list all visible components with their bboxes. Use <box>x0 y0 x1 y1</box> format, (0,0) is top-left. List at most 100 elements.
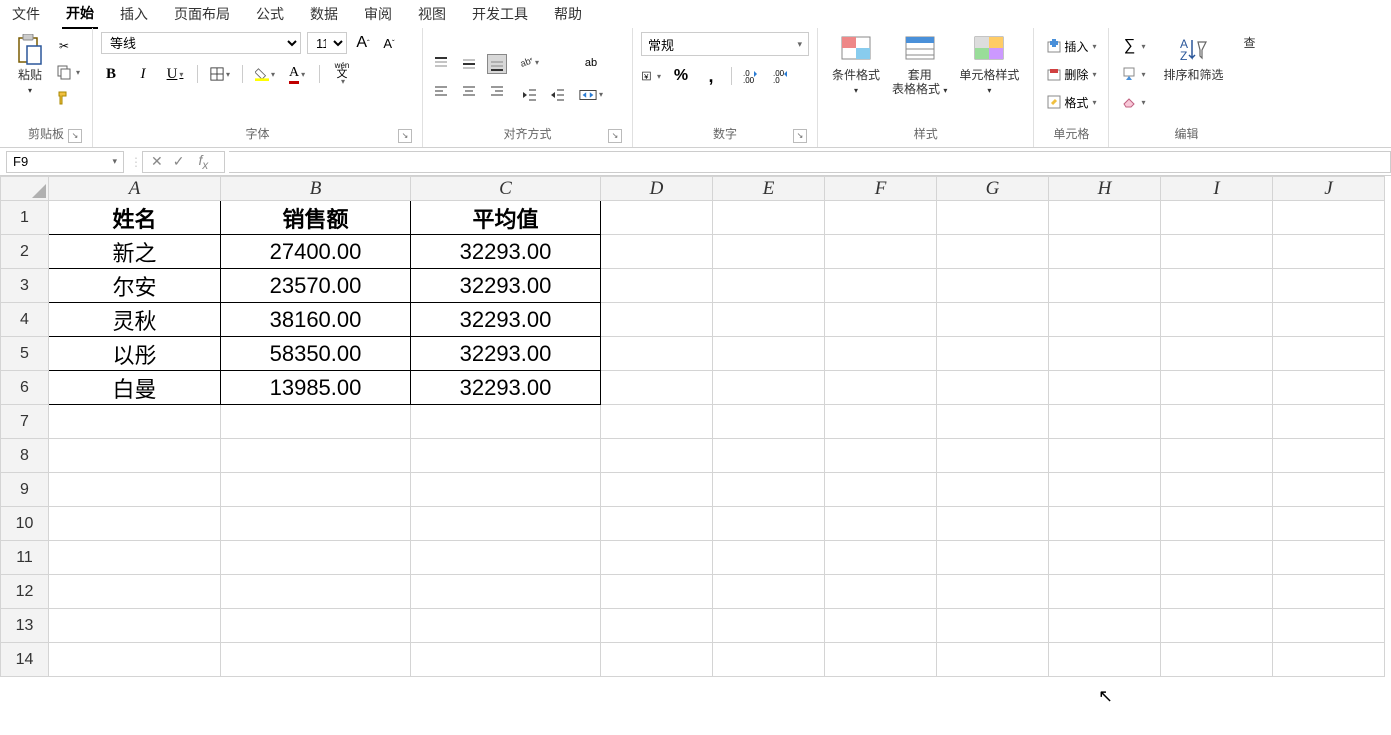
cell-D6[interactable] <box>601 371 713 405</box>
decrease-indent-button[interactable] <box>519 85 539 105</box>
cell-J1[interactable] <box>1273 201 1385 235</box>
cell-G7[interactable] <box>937 405 1049 439</box>
delete-cells-button[interactable]: 删除 <box>1046 64 1096 84</box>
cell-E4[interactable] <box>713 303 825 337</box>
cell-B8[interactable] <box>221 439 411 473</box>
orientation-button[interactable]: ab <box>519 53 539 73</box>
cell-D7[interactable] <box>601 405 713 439</box>
cell-G12[interactable] <box>937 575 1049 609</box>
cell-B4[interactable]: 38160.00 <box>221 303 411 337</box>
cell-B1[interactable]: 销售额 <box>221 201 411 235</box>
cell-I11[interactable] <box>1161 541 1273 575</box>
cell-E14[interactable] <box>713 643 825 677</box>
accounting-format-button[interactable]: ¥ <box>641 66 661 86</box>
comma-button[interactable]: , <box>701 66 721 86</box>
col-head-C[interactable]: C <box>411 177 601 201</box>
cell-I3[interactable] <box>1161 269 1273 303</box>
cell-C2[interactable]: 32293.00 <box>411 235 601 269</box>
decrease-decimal-button[interactable]: .00.0 <box>772 66 792 86</box>
underline-button[interactable]: U <box>165 64 185 84</box>
fill-button[interactable] <box>1121 64 1145 84</box>
cell-D3[interactable] <box>601 269 713 303</box>
cell-F5[interactable] <box>825 337 937 371</box>
cell-B14[interactable] <box>221 643 411 677</box>
cell-F3[interactable] <box>825 269 937 303</box>
name-box[interactable]: F9▾ <box>6 151 124 173</box>
alignment-launcher[interactable]: ↘ <box>608 129 622 143</box>
cell-H2[interactable] <box>1049 235 1161 269</box>
cell-B7[interactable] <box>221 405 411 439</box>
cell-B2[interactable]: 27400.00 <box>221 235 411 269</box>
cell-J11[interactable] <box>1273 541 1385 575</box>
row-head-11[interactable]: 11 <box>1 541 49 575</box>
cell-C12[interactable] <box>411 575 601 609</box>
col-head-E[interactable]: E <box>713 177 825 201</box>
cell-D11[interactable] <box>601 541 713 575</box>
cell-D13[interactable] <box>601 609 713 643</box>
align-top-button[interactable] <box>431 54 451 74</box>
formula-input[interactable] <box>229 151 1391 173</box>
font-name-select[interactable]: 等线 <box>101 32 301 54</box>
cell-B5[interactable]: 58350.00 <box>221 337 411 371</box>
cell-G8[interactable] <box>937 439 1049 473</box>
cell-A12[interactable] <box>49 575 221 609</box>
cell-C3[interactable]: 32293.00 <box>411 269 601 303</box>
row-head-4[interactable]: 4 <box>1 303 49 337</box>
select-all-corner[interactable] <box>1 177 49 201</box>
cell-H8[interactable] <box>1049 439 1161 473</box>
cell-G13[interactable] <box>937 609 1049 643</box>
cell-B11[interactable] <box>221 541 411 575</box>
cell-I10[interactable] <box>1161 507 1273 541</box>
cell-J7[interactable] <box>1273 405 1385 439</box>
cell-F11[interactable] <box>825 541 937 575</box>
row-head-7[interactable]: 7 <box>1 405 49 439</box>
cell-J13[interactable] <box>1273 609 1385 643</box>
copy-button[interactable] <box>56 62 80 82</box>
cell-D12[interactable] <box>601 575 713 609</box>
shrink-font-button[interactable]: Aˇ <box>379 33 399 53</box>
fill-color-button[interactable] <box>255 64 275 84</box>
col-head-H[interactable]: H <box>1049 177 1161 201</box>
cell-H10[interactable] <box>1049 507 1161 541</box>
phonetic-button[interactable]: wén 文 <box>332 64 352 84</box>
cell-G9[interactable] <box>937 473 1049 507</box>
cell-F12[interactable] <box>825 575 937 609</box>
row-head-10[interactable]: 10 <box>1 507 49 541</box>
cell-A8[interactable] <box>49 439 221 473</box>
row-head-13[interactable]: 13 <box>1 609 49 643</box>
cell-A1[interactable]: 姓名 <box>49 201 221 235</box>
cell-D1[interactable] <box>601 201 713 235</box>
cell-J5[interactable] <box>1273 337 1385 371</box>
cell-I13[interactable] <box>1161 609 1273 643</box>
cell-J10[interactable] <box>1273 507 1385 541</box>
bold-button[interactable]: B <box>101 64 121 84</box>
tab-help[interactable]: 帮助 <box>550 0 586 28</box>
cancel-formula-button[interactable]: ✕ <box>151 153 163 170</box>
cell-E11[interactable] <box>713 541 825 575</box>
border-button[interactable] <box>210 64 230 84</box>
cell-F10[interactable] <box>825 507 937 541</box>
accept-formula-button[interactable]: ✓ <box>173 153 185 170</box>
font-color-button[interactable]: A <box>287 64 307 84</box>
clear-button[interactable] <box>1121 92 1145 112</box>
cell-B3[interactable]: 23570.00 <box>221 269 411 303</box>
cell-B6[interactable]: 13985.00 <box>221 371 411 405</box>
insert-cells-button[interactable]: 插入 <box>1046 36 1096 56</box>
merge-button[interactable] <box>579 85 603 105</box>
cell-J14[interactable] <box>1273 643 1385 677</box>
cell-I12[interactable] <box>1161 575 1273 609</box>
col-head-D[interactable]: D <box>601 177 713 201</box>
cell-E10[interactable] <box>713 507 825 541</box>
align-left-button[interactable] <box>431 82 451 102</box>
cell-C10[interactable] <box>411 507 601 541</box>
row-head-8[interactable]: 8 <box>1 439 49 473</box>
cell-D2[interactable] <box>601 235 713 269</box>
cell-G1[interactable] <box>937 201 1049 235</box>
cell-F13[interactable] <box>825 609 937 643</box>
number-format-select[interactable]: 常规▾ <box>641 32 809 56</box>
cell-F14[interactable] <box>825 643 937 677</box>
tab-formulas[interactable]: 公式 <box>252 0 288 28</box>
cell-J2[interactable] <box>1273 235 1385 269</box>
cell-H11[interactable] <box>1049 541 1161 575</box>
cell-H4[interactable] <box>1049 303 1161 337</box>
